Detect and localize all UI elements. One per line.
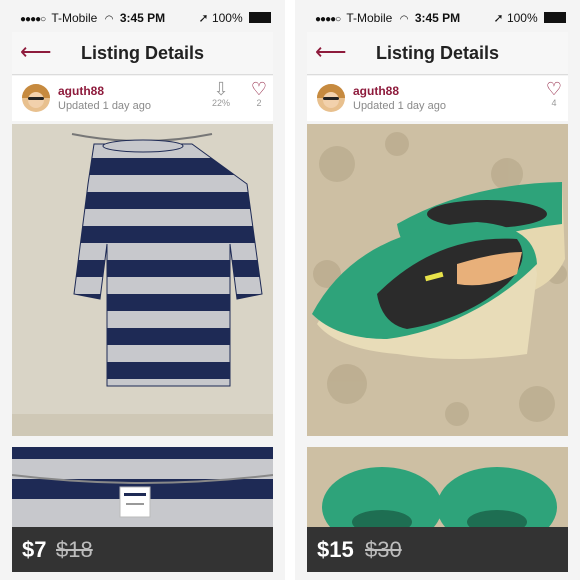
- listing-photo-main[interactable]: [307, 124, 568, 436]
- battery-icon: [544, 12, 566, 23]
- seller-bar: aguth88 Updated 1 day ago ♡ 4: [307, 76, 568, 121]
- location-icon: ➚: [198, 11, 209, 25]
- seller-username[interactable]: aguth88: [58, 84, 104, 98]
- nav-bar: ⟵ Listing Details: [307, 32, 568, 75]
- sale-price: $15: [317, 537, 354, 562]
- like-button[interactable]: ♡ 4: [542, 80, 566, 108]
- avatar[interactable]: [22, 84, 50, 112]
- listing-photo-thumbnail[interactable]: [307, 447, 568, 527]
- location-icon: ➚: [493, 11, 504, 25]
- updated-time: Updated 1 day ago: [353, 100, 446, 112]
- page-title: Listing Details: [375, 43, 500, 63]
- battery-icon: [249, 12, 271, 23]
- price-bar: $7 $18: [12, 527, 273, 572]
- listing-photo-thumbnail[interactable]: [12, 447, 273, 527]
- original-price: $30: [365, 537, 402, 562]
- listing-panel-right: ●●●●○ T-Mobile ◠ 3:45 PM ➚ 100% ⟵ Listin…: [295, 0, 580, 580]
- heart-icon: ♡: [250, 79, 268, 99]
- price-drop-percent: 22%: [211, 98, 230, 108]
- battery-percent: 100%: [506, 11, 538, 25]
- green-wedges-top-photo: [307, 447, 568, 527]
- green-wedges-photo: [307, 124, 568, 436]
- heart-icon: ♡: [545, 79, 563, 99]
- shirt-label-photo: [12, 447, 273, 527]
- down-arrow-icon: ⇩: [213, 79, 229, 99]
- like-count: 2: [256, 98, 262, 108]
- like-button[interactable]: ♡ 2: [247, 80, 271, 108]
- original-price: $18: [56, 537, 93, 562]
- updated-time: Updated 1 day ago: [58, 100, 151, 112]
- status-bar: ●●●●○ T-Mobile ◠ 3:45 PM ➚ 100%: [0, 7, 285, 27]
- battery-percent: 100%: [211, 11, 243, 25]
- listing-panel-left: ●●●●○ T-Mobile ◠ 3:45 PM ➚ 100% ⟵ Listin…: [0, 0, 285, 580]
- listing-photo-main[interactable]: [12, 124, 273, 436]
- nav-bar: ⟵ Listing Details: [12, 32, 273, 75]
- striped-shirt-photo: [12, 124, 273, 436]
- seller-username[interactable]: aguth88: [353, 84, 399, 98]
- seller-bar: aguth88 Updated 1 day ago ⇩ 22% ♡ 2: [12, 76, 273, 121]
- price-bar: $15 $30: [307, 527, 568, 572]
- page-title: Listing Details: [80, 43, 205, 63]
- price-drop: ⇩ 22%: [207, 80, 235, 108]
- status-bar: ●●●●○ T-Mobile ◠ 3:45 PM ➚ 100%: [295, 7, 580, 27]
- sale-price: $7: [22, 537, 47, 562]
- like-count: 4: [551, 98, 557, 108]
- avatar[interactable]: [317, 84, 345, 112]
